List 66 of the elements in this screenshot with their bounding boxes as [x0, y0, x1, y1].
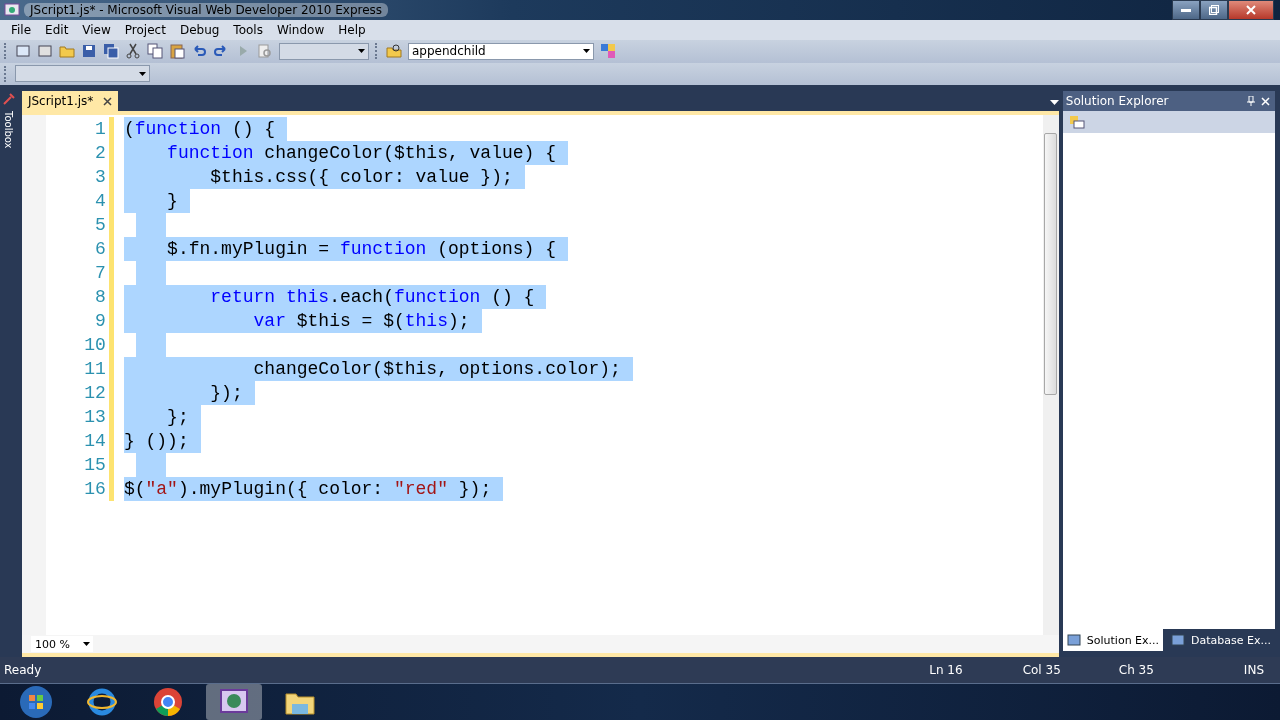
globe-window-icon[interactable]: [206, 683, 262, 720]
char-indicator: Ch 35: [1118, 663, 1154, 677]
menu-item[interactable]: Project: [117, 22, 173, 37]
document-tab[interactable]: JScript1.js*: [21, 91, 119, 112]
line-number: 6: [94, 239, 106, 260]
status-message: Ready: [4, 663, 42, 677]
pin-icon[interactable]: [1247, 96, 1255, 107]
line-number: 4: [94, 191, 106, 212]
line-number: 10: [83, 335, 106, 356]
copy-icon[interactable]: [147, 43, 163, 60]
menu-item[interactable]: Help: [331, 22, 373, 37]
dropdown-caret-icon[interactable]: [358, 49, 365, 54]
menu-item[interactable]: Edit: [38, 22, 76, 37]
insert-mode-indicator: INS: [1243, 663, 1264, 677]
zoom-dropdown[interactable]: 100 %: [30, 636, 93, 653]
line-number: 5: [94, 215, 106, 236]
dock-tab[interactable]: Database Ex...: [1167, 629, 1275, 652]
minimize-icon: [1181, 8, 1191, 12]
line-indicator: Ln 16: [929, 663, 963, 677]
zoom-level: 100 %: [34, 637, 70, 651]
properties-icon[interactable]: [1068, 114, 1085, 131]
line-number: 13: [83, 407, 106, 428]
line-number: 16: [83, 479, 106, 500]
line-number: 3: [94, 167, 106, 188]
menu-item[interactable]: Tools: [226, 22, 270, 37]
app-icon: [4, 2, 20, 18]
find-text: appendchild: [412, 44, 486, 59]
windows-icon[interactable]: [600, 43, 616, 60]
menu-item[interactable]: Debug: [172, 22, 227, 37]
close-icon[interactable]: [103, 96, 113, 106]
line-number: 1: [94, 119, 106, 140]
menu-item[interactable]: Window: [269, 22, 332, 37]
line-number: 14: [83, 431, 106, 452]
menu-item[interactable]: File: [4, 22, 39, 37]
line-number: 12: [83, 383, 106, 404]
vertical-scrollbar[interactable]: [1042, 115, 1059, 636]
find-folder-icon[interactable]: [386, 43, 402, 60]
restore-icon: [1209, 5, 1219, 15]
line-number: 7: [94, 263, 106, 284]
dropdown-caret-icon[interactable]: [82, 642, 90, 647]
find-combo[interactable]: appendchild: [408, 42, 594, 60]
minimize-button[interactable]: [1172, 0, 1200, 20]
add-item-icon[interactable]: [37, 43, 53, 60]
new-project-icon[interactable]: [15, 43, 31, 60]
menu-item[interactable]: View: [75, 22, 118, 37]
restore-button[interactable]: [1200, 0, 1228, 20]
toolbox-tab[interactable]: Toolbox: [3, 111, 15, 149]
save-icon[interactable]: [81, 43, 97, 60]
line-number: 9: [94, 311, 106, 332]
paste-icon[interactable]: [169, 43, 185, 60]
dropdown-caret-icon[interactable]: [583, 49, 590, 54]
dropdown-caret-icon[interactable]: [139, 71, 146, 76]
window-title: JScript1.js* - Microsoft Visual Web Developer 2010 Express: [24, 3, 389, 17]
line-number: 15: [83, 455, 106, 476]
save-all-icon[interactable]: [103, 43, 119, 60]
dropdown-caret-icon[interactable]: [1049, 100, 1059, 106]
window-icon: [1066, 633, 1083, 648]
dock-tab[interactable]: Solution Ex...: [1062, 629, 1164, 652]
line-number: 2: [94, 143, 106, 164]
close-button[interactable]: [1228, 0, 1274, 20]
column-indicator: Col 35: [1022, 663, 1061, 677]
cut-icon[interactable]: [125, 43, 141, 60]
close-icon: [1246, 5, 1256, 15]
panel-title: Solution Explorer: [1065, 94, 1169, 109]
line-number: 11: [83, 359, 106, 380]
line-number: 8: [94, 287, 106, 308]
